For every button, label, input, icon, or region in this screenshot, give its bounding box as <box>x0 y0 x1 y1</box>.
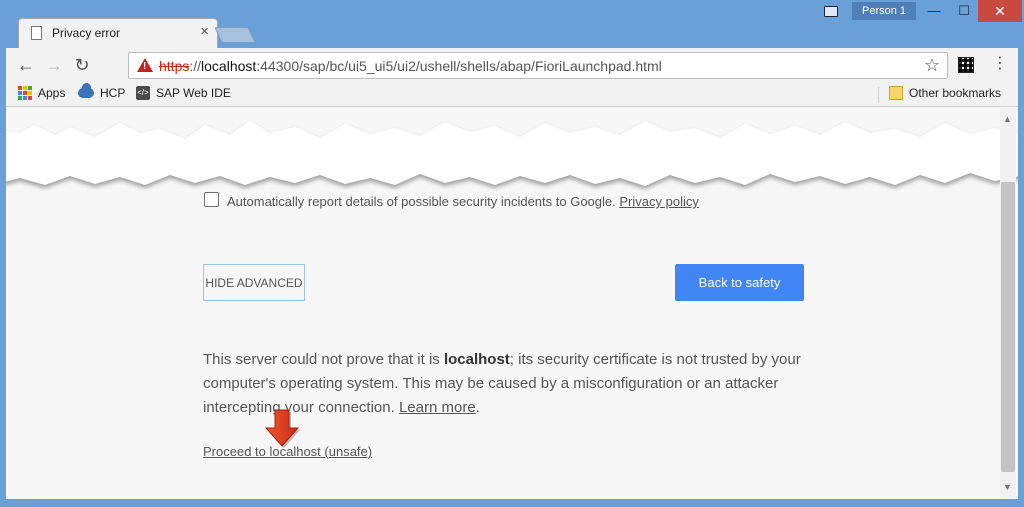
window-left-border <box>0 48 6 507</box>
maximize-button[interactable]: ☐ <box>950 0 978 22</box>
new-tab-button[interactable] <box>214 27 256 43</box>
apps-grid-icon <box>18 86 32 100</box>
learn-more-link[interactable]: Learn more <box>399 399 476 416</box>
bookmark-sap-web-ide[interactable]: </> SAP Web IDE <box>136 86 231 100</box>
bookmark-label: SAP Web IDE <box>156 86 231 100</box>
scroll-down-arrow-icon[interactable]: ▼ <box>1003 482 1012 492</box>
back-icon[interactable]: ← <box>16 55 36 75</box>
bookmark-label: Apps <box>38 86 66 100</box>
bookmarks-bar: Apps HCP </> SAP Web IDE Other bookmarks <box>0 82 1024 107</box>
url-scheme: https <box>159 58 190 74</box>
browser-menu-icon[interactable]: ⋮ <box>992 56 1008 72</box>
explanation-text-1: This server could not prove that it is <box>203 351 444 368</box>
explanation-host: localhost <box>443 351 510 368</box>
folder-icon <box>889 86 903 100</box>
bookmark-label: Other bookmarks <box>909 86 1002 100</box>
window-bottom-border <box>0 499 1024 507</box>
scroll-up-arrow-icon[interactable]: ▲ <box>1003 114 1012 124</box>
bookmark-star-icon[interactable]: ☆ <box>924 55 940 76</box>
explanation-period: . <box>475 399 480 416</box>
back-to-safety-button[interactable]: Back to safety <box>675 264 804 301</box>
bookmark-hcp[interactable]: HCP <box>78 83 126 100</box>
minimize-button[interactable]: — <box>920 0 948 22</box>
window-right-border <box>1018 48 1024 507</box>
red-down-arrow-icon <box>264 409 300 448</box>
report-incidents-text: Automatically report details of possible… <box>227 194 616 209</box>
close-window-button[interactable]: ✕ <box>978 0 1022 22</box>
incognito-window-icon[interactable] <box>824 6 838 17</box>
not-secure-warning-icon[interactable]: ! <box>137 58 153 72</box>
tab-close-icon[interactable]: × <box>200 24 209 40</box>
url-host: localhost <box>201 58 257 74</box>
scroll-thumb[interactable] <box>1001 182 1015 472</box>
hide-advanced-button[interactable]: HIDE ADVANCED <box>203 264 305 301</box>
address-bar[interactable]: ! https://localhost:44300/sap/bc/ui5_ui5… <box>128 52 948 79</box>
cloud-icon <box>78 83 94 98</box>
reload-icon[interactable]: ↻ <box>72 55 92 75</box>
tab-title: Privacy error <box>52 26 121 40</box>
document-icon <box>31 26 42 40</box>
browser-toolbar: ← → ↻ ! https://localhost:44300/sap/bc/u… <box>0 48 1024 82</box>
url-text[interactable]: https://localhost:44300/sap/bc/ui5_ui5/u… <box>159 58 662 74</box>
bookmark-other-bookmarks[interactable]: Other bookmarks <box>889 86 1001 100</box>
bookmark-separator <box>878 87 879 103</box>
qr-code-icon[interactable] <box>958 57 974 73</box>
web-ide-icon: </> <box>136 86 150 100</box>
bookmark-apps[interactable]: Apps <box>18 86 65 100</box>
report-incidents-label: Automatically report details of possible… <box>227 194 699 209</box>
url-separator: :// <box>189 58 202 74</box>
bookmark-label: HCP <box>100 86 126 100</box>
report-incidents-checkbox[interactable] <box>204 192 219 207</box>
window-titlebar: Privacy error × Person 1 — ☐ ✕ <box>0 0 1024 48</box>
profile-button[interactable]: Person 1 <box>852 2 916 20</box>
page-scrollbar[interactable]: ▲ ▼ <box>1000 108 1016 498</box>
url-path: :44300/sap/bc/ui5_ui5/ui2/ushell/shells/… <box>256 58 662 74</box>
torn-page-separator <box>0 121 1024 189</box>
forward-icon[interactable]: → <box>44 55 64 75</box>
privacy-policy-link[interactable]: Privacy policy <box>619 194 698 209</box>
tab-privacy-error[interactable]: Privacy error × <box>18 18 218 48</box>
